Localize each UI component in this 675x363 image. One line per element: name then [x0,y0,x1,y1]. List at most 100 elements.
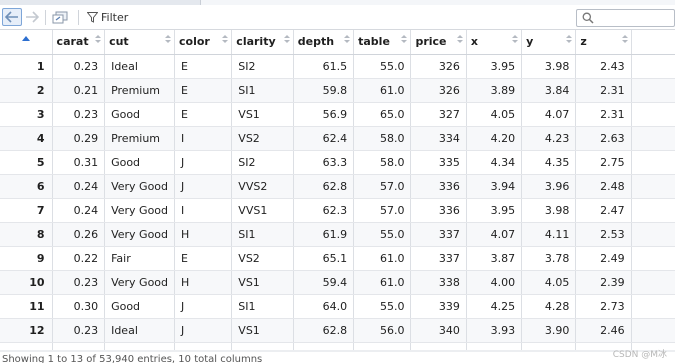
column-header-5[interactable]: table [353,30,412,55]
table-cell: 340 [410,318,467,343]
table-cell: E [174,78,233,103]
table-cell: 59.4 [293,270,355,295]
table-cell: 336 [410,174,467,199]
table-cell: 61.0 [353,270,412,295]
table-cell: 2.39 [575,270,632,295]
table-cell: 62.4 [293,126,355,151]
table-cell: 64.0 [293,294,355,319]
table-cell: 62.8 [293,318,355,343]
table-row[interactable]: 12 0.23 Ideal J VS1 62.8 56.0 340 3.93 3.90 2.46 [0,318,675,343]
table-cell: VS1 [231,270,294,295]
search-icon [582,12,594,24]
column-header-label: z [580,35,587,49]
column-header-0[interactable]: carat [52,30,106,55]
column-header-4[interactable]: depth [293,30,355,55]
table-cell: E [174,54,233,79]
table-cell: 0.26 [52,222,106,247]
table-row[interactable]: 5 0.31 Good J SI2 63.3 58.0 335 4.34 4.35 2.75 [0,150,675,175]
sort-arrows-icon [401,35,408,43]
sort-arrows-icon [456,35,463,43]
table-cell: 61.5 [293,54,355,79]
table-cell: 0.23 [52,54,106,79]
table-row[interactable]: 6 0.24 Very Good J VVS2 62.8 57.0 336 3.94 3.96 2.… [0,174,675,199]
column-header-6[interactable]: price [410,30,467,55]
column-header-7[interactable]: x [466,30,523,55]
table-cell: 2.43 [575,54,632,79]
column-header-label: x [470,35,478,49]
table-cell: 3.95 [466,54,523,79]
table-row[interactable]: 2 0.21 Premium E SI1 59.8 61.0 326 3.89 3.84 2.31 [0,78,675,103]
table-cell: 0.29 [52,126,106,151]
row-index: 2 [0,78,53,103]
table-cell: 57.0 [353,198,412,223]
table-cell: VS2 [231,246,294,271]
table-cell: 56.9 [293,102,355,127]
table-cell: Premium [104,78,176,103]
column-header-2[interactable]: color [174,30,233,55]
search-input[interactable] [597,11,672,25]
arrow-right-icon [26,11,39,23]
table-cell: 326 [410,78,467,103]
entries-status: Showing 1 to 13 of 53,940 entries, 10 to… [2,354,263,363]
column-header-3[interactable]: clarity [231,30,294,55]
row-filler [631,270,675,295]
column-header-8[interactable]: y [521,30,577,55]
row-index: 7 [0,198,53,223]
table-cell: 3.84 [521,78,577,103]
table-cell: Good [104,150,176,175]
table-cell: SI1 [231,78,294,103]
filter-button[interactable]: Filter [85,8,130,26]
table-cell: Good [104,294,176,319]
table-cell: SI1 [231,222,294,247]
show-in-new-window-button[interactable] [50,8,70,26]
back-button[interactable] [2,8,22,26]
column-header-9[interactable]: z [575,30,632,55]
table-cell: 4.05 [521,270,577,295]
table-cell: Good [104,102,176,127]
table-cell: 336 [410,198,467,223]
table-cell: 4.34 [466,150,523,175]
row-filler [631,150,675,175]
table-cell: 59.8 [293,78,355,103]
forward-button[interactable] [23,8,41,26]
search-box[interactable] [576,9,675,27]
row-filler [631,54,675,79]
row-index: 9 [0,246,53,271]
row-index: 8 [0,222,53,247]
table-cell: 56.0 [353,318,412,343]
table-cell: VVS1 [231,198,294,223]
table-cell: 55.0 [353,222,412,247]
table-cell: Fair [104,246,176,271]
table-cell: 61.0 [353,78,412,103]
table-cell: 2.48 [575,174,632,199]
table-cell: 65.1 [293,246,355,271]
column-header-1[interactable]: cut [104,30,176,55]
table-row[interactable]: 4 0.29 Premium I VS2 62.4 58.0 334 4.20 4.23 2.63 [0,126,675,151]
header-filler [631,30,675,55]
sort-arrows-icon [222,35,229,43]
column-header-label: price [415,35,447,49]
table-row[interactable]: 10 0.23 Very Good H VS1 59.4 61.0 338 4.00 4.05 2.… [0,270,675,295]
table-cell: 3.89 [466,78,523,103]
table-cell: 65.0 [353,102,412,127]
table-cell: 58.0 [353,150,412,175]
table-row[interactable]: 3 0.23 Good E VS1 56.9 65.0 327 4.05 4.07 2.31 [0,102,675,127]
table-row[interactable]: 9 0.22 Fair E VS2 65.1 61.0 337 3.87 3.78 2.49 [0,246,675,271]
table-row[interactable]: 1 0.23 Ideal E SI2 61.5 55.0 326 3.95 3.98 2.43 [0,54,675,79]
table-row[interactable]: 11 0.30 Good J SI1 64.0 55.0 339 4.25 4.28 2.73 [0,294,675,319]
toolbar-separator [45,10,46,25]
filter-label: Filter [101,10,129,24]
table-cell: Very Good [104,270,176,295]
table-cell: SI2 [231,54,294,79]
table-cell: 2.75 [575,150,632,175]
table-cell: 0.23 [52,102,106,127]
viewer-toolbar: Filter [0,5,675,30]
row-index-header[interactable] [0,30,53,55]
column-header-label: table [358,35,390,49]
table-row[interactable]: 7 0.24 Very Good I VVS1 62.3 57.0 336 3.95 3.98 2.… [0,198,675,223]
table-cell: I [174,126,233,151]
table-row[interactable]: 8 0.26 Very Good H SI1 61.9 55.0 337 4.07 4.11 2.5… [0,222,675,247]
table-cell: 2.63 [575,126,632,151]
header-row: carat cut color clarity depth table price x y z [0,30,675,55]
row-filler [631,174,675,199]
